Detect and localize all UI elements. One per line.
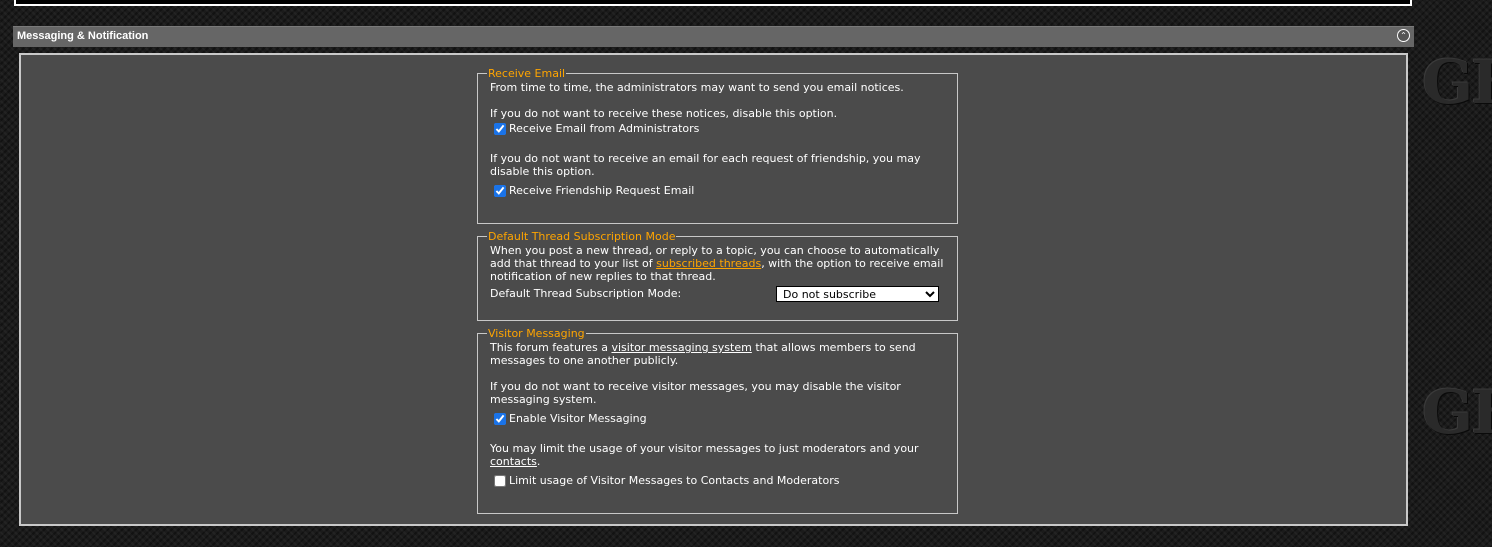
enable-visitor-label: Enable Visitor Messaging <box>509 412 647 425</box>
settings-panel: Receive Email From time to time, the adm… <box>19 53 1408 526</box>
receive-email-intro: From time to time, the administrators ma… <box>490 81 904 94</box>
friendship-email-checkbox[interactable] <box>494 184 506 197</box>
admin-email-checkbox[interactable] <box>494 122 506 135</box>
enable-visitor-checkbox[interactable] <box>494 412 506 425</box>
subscription-description: When you post a new thread, or reply to … <box>490 244 949 283</box>
limit-text-before: You may limit the usage of your visitor … <box>490 442 919 455</box>
friendship-email-label: Receive Friendship Request Email <box>509 184 695 197</box>
visitor-text-before: This forum features a <box>490 341 612 354</box>
visitor-disable-text: If you do not want to receive visitor me… <box>490 380 901 406</box>
visitor-messaging-system-link[interactable]: visitor messaging system <box>611 341 751 354</box>
subscription-mode-label: Default Thread Subscription Mode: <box>490 287 682 300</box>
admin-email-label: Receive Email from Administrators <box>509 122 700 135</box>
watermark-logo-top: GF <box>1422 48 1492 118</box>
friendship-email-text: If you do not want to receive an email f… <box>490 152 921 178</box>
admin-email-option[interactable]: Receive Email from Administrators <box>490 122 949 135</box>
visitor-limit-text: You may limit the usage of your visitor … <box>490 442 949 468</box>
subscribed-threads-link[interactable]: subscribed threads <box>656 257 761 270</box>
collapse-icon[interactable]: ⌃ <box>1397 29 1410 42</box>
receive-email-legend: Receive Email <box>488 67 566 80</box>
limit-visitor-option[interactable]: Limit usage of Visitor Messages to Conta… <box>490 474 949 487</box>
subscription-mode-select[interactable]: Do not subscribe <box>776 286 939 302</box>
previous-panel-bottom <box>14 0 1412 6</box>
limit-text-after: . <box>536 455 541 468</box>
watermark-logo-bottom: GF <box>1422 378 1492 448</box>
section-title: Messaging & Notification <box>17 30 149 42</box>
subscription-fieldset: Default Thread Subscription Mode When yo… <box>477 230 958 321</box>
limit-visitor-label: Limit usage of Visitor Messages to Conta… <box>509 474 840 487</box>
visitor-messaging-description: This forum features a visitor messaging … <box>490 341 949 367</box>
subscription-legend: Default Thread Subscription Mode <box>488 230 676 243</box>
receive-email-disable-text: If you do not want to receive these noti… <box>490 107 838 120</box>
visitor-messaging-fieldset: Visitor Messaging This forum features a … <box>477 327 958 514</box>
limit-visitor-checkbox[interactable] <box>494 474 506 487</box>
friendship-email-option[interactable]: Receive Friendship Request Email <box>490 184 949 197</box>
visitor-messaging-legend: Visitor Messaging <box>488 327 585 340</box>
enable-visitor-option[interactable]: Enable Visitor Messaging <box>490 412 949 425</box>
subscription-mode-row: Default Thread Subscription Mode: Do not… <box>490 286 949 304</box>
receive-email-fieldset: Receive Email From time to time, the adm… <box>477 67 958 224</box>
contacts-link[interactable]: contacts <box>490 455 537 468</box>
section-header: Messaging & Notification ⌃ <box>13 26 1414 47</box>
